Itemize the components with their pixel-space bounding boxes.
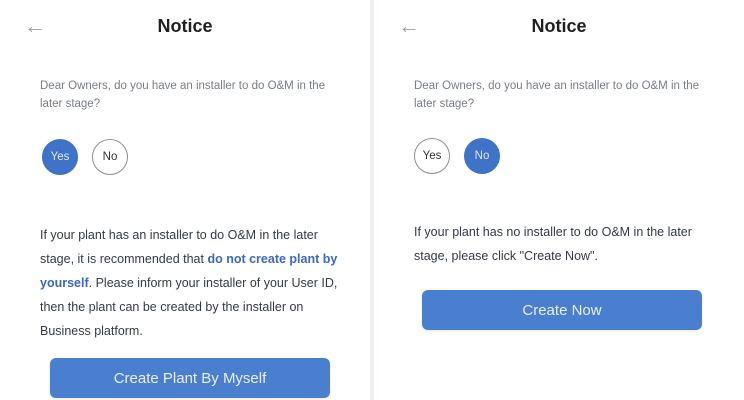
page-title: Notice (531, 16, 587, 36)
page-title: Notice (157, 16, 213, 36)
create-now-button[interactable]: Create Now (422, 290, 702, 330)
notice-screen-no: ← Notice Dear Owners, do you have an ins… (374, 0, 744, 400)
create-plant-by-myself-button[interactable]: Create Plant By Myself (50, 358, 330, 398)
no-option[interactable]: No (92, 139, 128, 175)
description-text: If your plant has an installer to do O&M… (40, 223, 340, 343)
yes-option[interactable]: Yes (42, 139, 78, 175)
description-text: If your plant has no installer to do O&M… (414, 225, 692, 263)
notice-screen-yes: ← Notice Dear Owners, do you have an ins… (0, 0, 370, 400)
no-option[interactable]: No (464, 138, 500, 174)
question-text: Dear Owners, do you have an installer to… (414, 80, 700, 110)
question-text: Dear Owners, do you have an installer to… (40, 80, 326, 110)
yes-option[interactable]: Yes (414, 138, 450, 174)
